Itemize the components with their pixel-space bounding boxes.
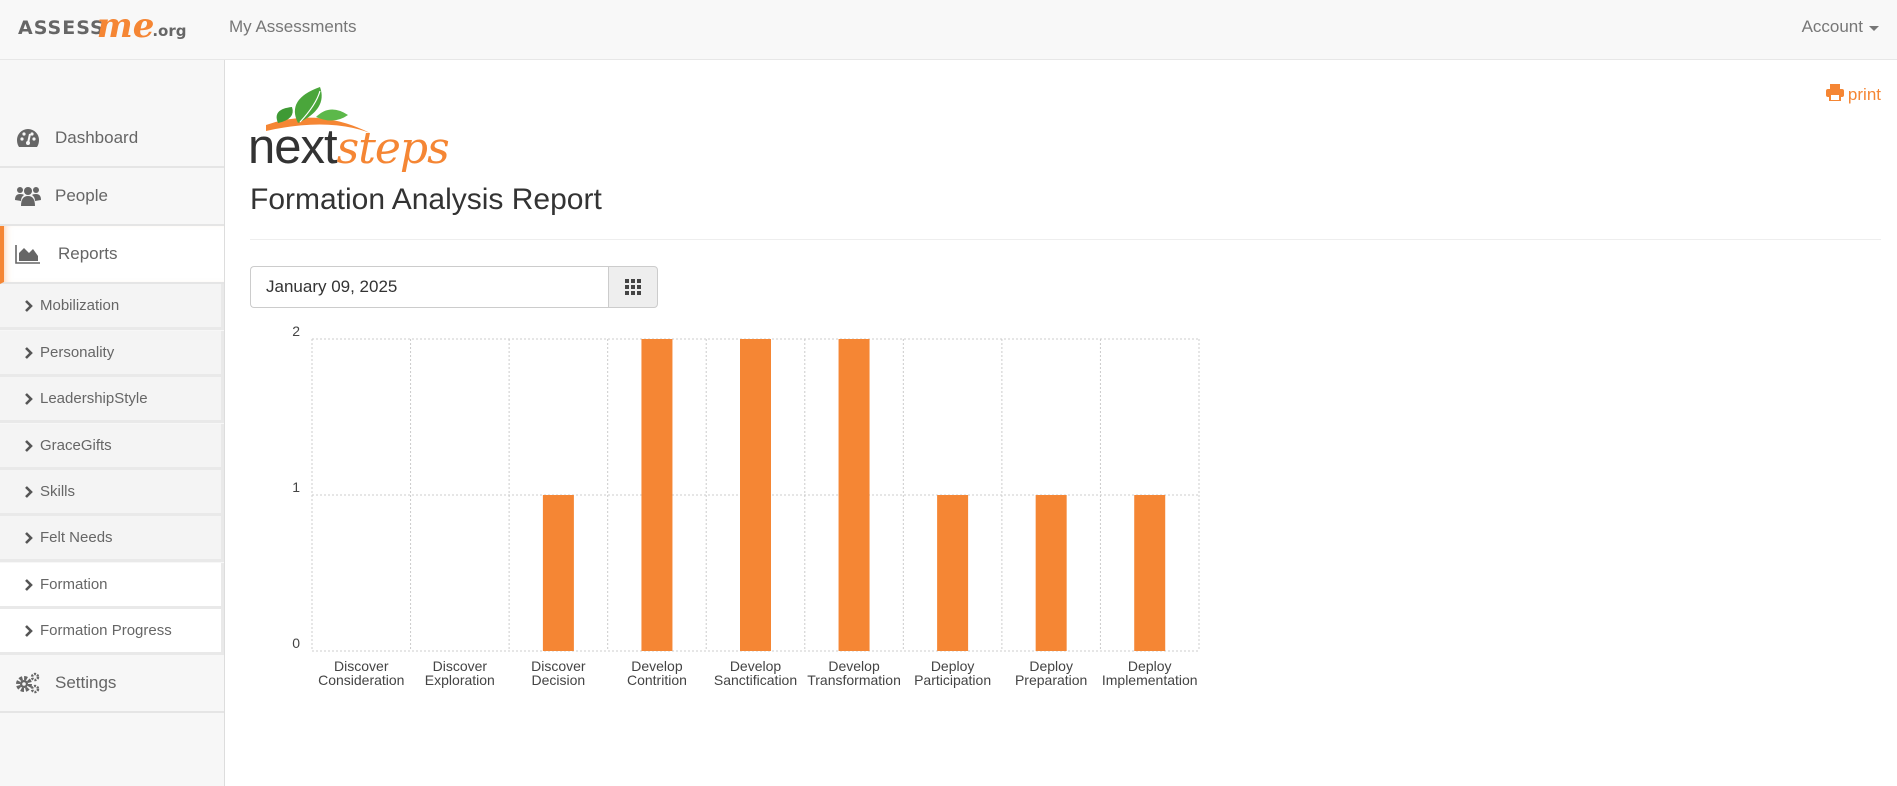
print-button[interactable]: print — [1825, 84, 1881, 106]
sidebar: Dashboard People Reports Mobilization Pe… — [0, 60, 225, 786]
sidebar-item-label: People — [55, 186, 108, 205]
sidebar-item-reports[interactable]: Reports — [0, 226, 224, 284]
gears-icon — [15, 672, 41, 694]
formation-bar-chart: 012DiscoverConsiderationDiscoverExplorat… — [292, 323, 1200, 688]
chevron-right-icon — [24, 392, 38, 406]
sidebar-item-label: Dashboard — [55, 128, 139, 147]
brand-part-org: .org — [152, 22, 187, 40]
x-tick-label: Transformation — [807, 672, 901, 688]
sidebar-subitem-leadershipstyle[interactable]: LeadershipStyle — [0, 377, 224, 423]
x-tick-label: Contrition — [627, 672, 687, 688]
area-chart-icon — [15, 243, 41, 265]
bar — [1134, 495, 1166, 651]
x-tick-label: Consideration — [318, 672, 404, 688]
bar — [542, 495, 574, 651]
sidebar-item-dashboard[interactable]: Dashboard — [0, 110, 224, 168]
sidebar-subitem-felt-needs[interactable]: Felt Needs — [0, 516, 224, 562]
caret-down-icon — [1869, 25, 1879, 31]
y-tick-label: 2 — [292, 323, 300, 339]
x-tick-label: Exploration — [425, 672, 495, 688]
sidebar-item-label: Settings — [55, 673, 117, 692]
x-tick-label: Participation — [914, 672, 991, 688]
x-tick-label: Decision — [532, 672, 586, 688]
sidebar-subitem-formation[interactable]: Formation — [0, 563, 224, 609]
print-label: print — [1847, 85, 1881, 104]
main-content: print nextsteps Formation Analysis Repor… — [225, 60, 1897, 786]
chevron-right-icon — [24, 624, 38, 638]
sidebar-item-settings[interactable]: Settings — [0, 655, 224, 713]
sidebar-subitem-label: Felt Needs — [40, 529, 113, 546]
bar — [937, 495, 969, 651]
sidebar-subitem-label: Personality — [40, 344, 115, 361]
sidebar-subitem-personality[interactable]: Personality — [0, 331, 224, 377]
sidebar-subitem-label: Formation Progress — [40, 622, 172, 639]
chevron-right-icon — [24, 485, 38, 499]
sidebar-subitem-formation-progress[interactable]: Formation Progress — [0, 609, 224, 655]
account-label: Account — [1801, 17, 1863, 36]
bar — [641, 339, 673, 651]
top-navbar: ASSESS me .org My Assessments Account — [0, 0, 1897, 60]
chevron-right-icon — [24, 346, 38, 360]
sidebar-item-label: Reports — [58, 244, 118, 263]
y-tick-label: 0 — [292, 635, 300, 651]
sidebar-item-people[interactable]: People — [0, 168, 224, 226]
people-icon — [15, 185, 41, 207]
chevron-right-icon — [24, 299, 38, 313]
dashboard-icon — [15, 127, 41, 149]
brand-part-me: me — [96, 6, 155, 46]
sidebar-subitem-skills[interactable]: Skills — [0, 470, 224, 516]
bar — [838, 339, 870, 651]
account-dropdown[interactable]: Account — [1802, 17, 1879, 37]
sidebar-subitem-label: Skills — [40, 483, 76, 500]
sidebar-subitem-mobilization[interactable]: Mobilization — [0, 284, 224, 330]
chevron-right-icon — [24, 439, 38, 453]
x-tick-label: Implementation — [1102, 672, 1198, 688]
chevron-right-icon — [24, 531, 38, 545]
sidebar-subitem-label: LeadershipStyle — [40, 390, 148, 407]
my-assessments-link[interactable]: My Assessments — [229, 17, 357, 37]
bar — [1035, 495, 1067, 651]
x-tick-label: Sanctification — [714, 672, 797, 688]
sidebar-subitem-label: Formation — [40, 576, 108, 593]
sidebar-subitem-label: Mobilization — [40, 297, 120, 314]
bar — [740, 339, 771, 651]
x-tick-label: Preparation — [1015, 672, 1087, 688]
brand-part-assess: ASSESS — [18, 17, 105, 39]
chevron-right-icon — [24, 578, 38, 592]
brand-logo[interactable]: ASSESS me .org — [18, 8, 186, 48]
sidebar-subitem-label: GraceGifts — [40, 437, 112, 454]
print-icon — [1825, 84, 1844, 106]
sidebar-subitem-gracegifts[interactable]: GraceGifts — [0, 424, 224, 470]
y-tick-label: 1 — [292, 479, 300, 495]
